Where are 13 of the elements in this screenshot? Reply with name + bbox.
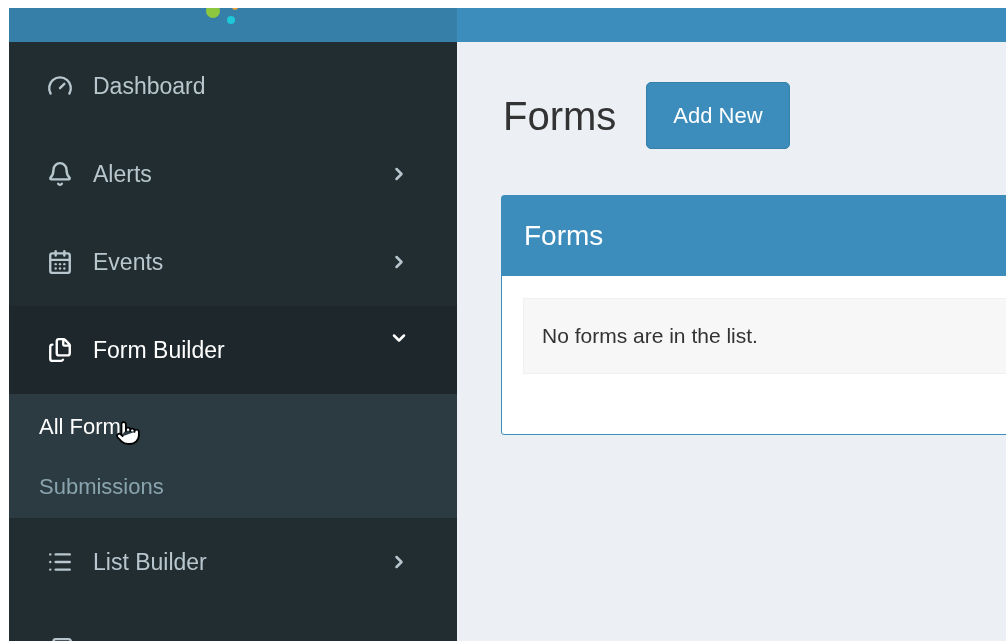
- sidebar-item[interactable]: Alerts: [9, 130, 457, 218]
- bell-icon: [47, 161, 73, 187]
- sidebar-item[interactable]: Dashboard: [9, 42, 457, 130]
- sidebar-item[interactable]: Events: [9, 218, 457, 306]
- sidebar-item[interactable]: List Builder: [9, 518, 457, 606]
- empty-message: No forms are in the list.: [542, 323, 758, 350]
- sidebar-item[interactable]: Form Builder: [9, 306, 457, 394]
- submenu-item[interactable]: Submissions: [39, 469, 164, 503]
- panel-title: Forms: [524, 219, 604, 253]
- documents-icon: [47, 337, 73, 363]
- calendar-icon: [47, 249, 73, 275]
- page-title: Forms: [503, 95, 617, 136]
- add-new-button[interactable]: Add New: [646, 82, 790, 149]
